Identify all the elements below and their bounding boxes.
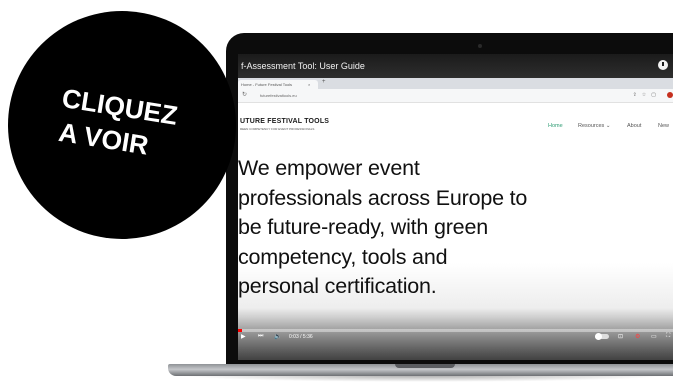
site-logo-subtitle: REEN COMPETENCY FOR EVENT PROFESSIONALS xyxy=(240,127,315,131)
browser-action-icons[interactable]: ⇪☆▢ xyxy=(633,92,661,98)
nav-news[interactable]: New xyxy=(658,123,669,129)
site-logo[interactable]: UTURE FESTIVAL TOOLS xyxy=(240,118,329,125)
browser-address-bar: ↻ futurefestivaltools.eu ⇪☆▢ xyxy=(238,89,673,103)
tab-close-icon[interactable]: × xyxy=(308,80,310,89)
volume-icon[interactable]: 🔈 xyxy=(274,333,281,340)
time-display: 0:03 / 5:36 xyxy=(289,334,313,340)
profile-avatar[interactable] xyxy=(667,92,673,98)
fullscreen-icon[interactable]: ⛶ xyxy=(666,333,670,340)
video-title[interactable]: f-Assessment Tool: User Guide xyxy=(241,61,365,71)
reload-icon[interactable]: ↻ xyxy=(242,91,247,98)
url-field[interactable]: futurefestivaltools.eu xyxy=(260,93,297,98)
browser-tab-bar: Home - Future Festival Tools × + xyxy=(238,78,673,89)
miniplayer-icon[interactable]: ▭ xyxy=(651,333,657,340)
nav-about[interactable]: About xyxy=(627,123,641,129)
next-icon[interactable]: ⏭ xyxy=(258,333,263,340)
browser-tab-title: Home - Future Festival Tools xyxy=(241,82,293,87)
new-tab-icon[interactable]: + xyxy=(322,79,326,85)
settings-icon[interactable]: ⚙ xyxy=(635,333,640,340)
autoplay-toggle[interactable] xyxy=(595,333,609,340)
captions-icon[interactable]: ⊡ xyxy=(618,333,623,340)
browser-tab[interactable]: Home - Future Festival Tools × xyxy=(238,80,318,89)
player-controls: ▶ ⏭ 🔈 0:03 / 5:36 ⊡ ⚙ ▭ ⛶ xyxy=(238,326,673,348)
video-title-bar: f-Assessment Tool: User Guide xyxy=(238,54,673,78)
hero-heading: We empower event professionals across Eu… xyxy=(238,156,528,298)
nav-home[interactable]: Home xyxy=(548,123,563,129)
play-icon[interactable]: ▶ xyxy=(241,333,246,340)
laptop-screen[interactable]: f-Assessment Tool: User Guide Home - Fut… xyxy=(238,54,673,360)
nav-resources[interactable]: Resources ⌄ xyxy=(578,123,610,129)
laptop-notch xyxy=(395,364,455,368)
camera xyxy=(478,44,482,48)
watch-later-icon[interactable] xyxy=(658,60,668,70)
